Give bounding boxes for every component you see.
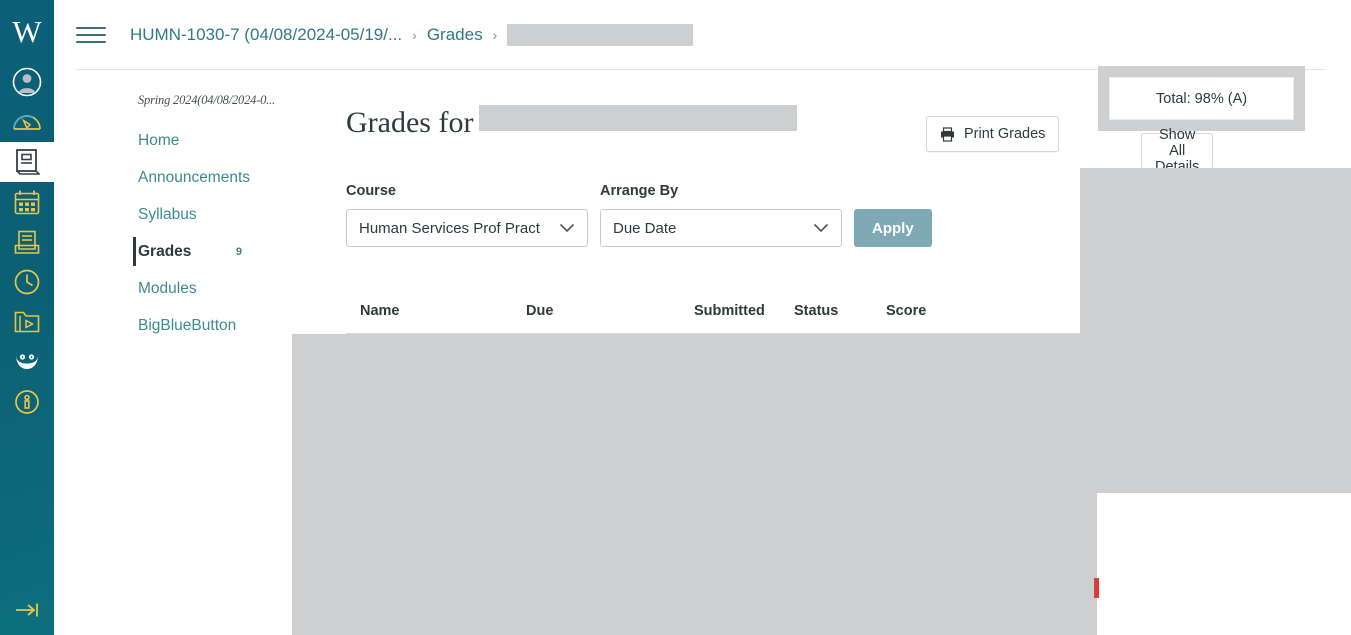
course-nav-item-bigbluebutton[interactable]: BigBlueButton: [76, 307, 274, 344]
expand-arrow-icon: [12, 600, 42, 620]
print-grades-label: Print Grades: [964, 126, 1046, 142]
redacted-region-table-body: [292, 334, 1100, 635]
course-nav-label: Announcements: [138, 168, 251, 186]
chevron-down-icon: [545, 223, 575, 233]
show-all-details-button[interactable]: Show All Details: [1141, 127, 1214, 175]
global-nav-dashboard[interactable]: [0, 102, 54, 142]
hamburger-menu-icon[interactable]: [76, 24, 106, 46]
column-header-status[interactable]: Status: [794, 303, 886, 319]
institution-logo[interactable]: W: [0, 0, 54, 62]
chevron-down-icon: [799, 223, 829, 233]
studio-folder-play-icon: [13, 309, 41, 335]
arrange-by-select[interactable]: Due Date: [600, 209, 842, 247]
arrange-by-select-value: Due Date: [613, 219, 677, 237]
student-name-redacted: [479, 105, 798, 131]
column-header-submitted[interactable]: Submitted: [694, 303, 794, 319]
total-score-label: Total: 98% (A): [1156, 90, 1248, 107]
total-score-box: Total: 98% (A): [1109, 77, 1295, 120]
global-nav-collapse-toggle[interactable]: [0, 593, 54, 627]
global-nav-calendar[interactable]: [0, 182, 54, 222]
hamburger-line: [76, 26, 106, 29]
breadcrumb-bar: HUMN-1030-7 (04/08/2024-05/19/... › Grad…: [76, 0, 1326, 70]
breadcrumb-item-course[interactable]: HUMN-1030-7 (04/08/2024-05/19/...: [130, 25, 402, 45]
term-label: Spring 2024(04/08/2024-0...: [138, 93, 275, 107]
arrange-by-filter-field: Arrange By Due Date: [600, 183, 842, 247]
arrange-by-filter-label: Arrange By: [600, 183, 679, 199]
course-nav-list: Home Announcements Syllabus Grades 9 Mod…: [76, 122, 274, 344]
courses-book-icon: [14, 148, 40, 176]
course-nav-item-grades[interactable]: Grades 9: [76, 233, 274, 270]
global-nav-history[interactable]: [0, 262, 54, 302]
course-nav-badge: 9: [235, 245, 242, 258]
dashboard-gauge-icon: [12, 109, 42, 135]
column-header-score[interactable]: Score: [886, 303, 966, 319]
course-filter-field: Course Human Services Prof Pract: [346, 183, 588, 247]
owl-icon: [13, 351, 41, 373]
course-nav-label: BigBlueButton: [138, 316, 237, 334]
column-header-name[interactable]: Name: [346, 303, 526, 319]
global-nav-courses[interactable]: [0, 142, 54, 182]
course-nav-item-syllabus[interactable]: Syllabus: [76, 196, 274, 233]
breadcrumb-separator: ›: [412, 26, 417, 43]
uncovered-region-lower-right: [1097, 493, 1351, 635]
calendar-icon: [13, 189, 41, 216]
course-filter-label: Course: [346, 183, 396, 199]
page-title-text: Grades for: [346, 106, 474, 139]
filter-controls: Course Human Services Prof Pract Arrange…: [346, 183, 932, 247]
redacted-region-right-upper: [1080, 168, 1351, 493]
inbox-tray-icon: [13, 229, 41, 256]
page-title: Grades for: [346, 105, 798, 141]
print-grades-button[interactable]: Print Grades: [926, 116, 1060, 152]
global-nav-owl-tool[interactable]: [0, 342, 54, 382]
column-header-due[interactable]: Due: [526, 303, 694, 319]
course-nav-label: Syllabus: [138, 205, 197, 223]
printer-icon: [940, 126, 955, 142]
global-nav-account[interactable]: [0, 62, 54, 102]
global-navigation: W: [0, 0, 54, 635]
red-marker: [1094, 578, 1099, 598]
global-nav-studio[interactable]: [0, 302, 54, 342]
course-navigation: Spring 2024(04/08/2024-0... Home Announc…: [76, 71, 275, 344]
breadcrumb: HUMN-1030-7 (04/08/2024-05/19/... › Grad…: [130, 23, 694, 46]
course-select-value: Human Services Prof Pract: [359, 219, 540, 237]
global-nav-inbox[interactable]: [0, 222, 54, 262]
course-nav-label: Home: [138, 131, 180, 149]
hamburger-line: [76, 33, 106, 36]
course-nav-label: Modules: [138, 279, 197, 297]
apply-button[interactable]: Apply: [854, 209, 932, 247]
course-nav-item-home[interactable]: Home: [76, 122, 274, 159]
breadcrumb-separator: ›: [492, 26, 498, 43]
help-info-icon: [14, 389, 40, 415]
course-nav-item-modules[interactable]: Modules: [76, 270, 274, 307]
account-avatar-icon: [12, 67, 42, 97]
hamburger-line: [76, 40, 106, 43]
course-nav-label: Grades: [138, 242, 192, 260]
canvas-grades-page: W HUMN-1030-7 (04/08/2024-05/19/... › Gr…: [0, 0, 1351, 635]
course-nav-item-announcements[interactable]: Announcements: [76, 159, 274, 196]
global-nav-help[interactable]: [0, 382, 54, 422]
course-select[interactable]: Human Services Prof Pract: [346, 209, 588, 247]
history-clock-icon: [13, 268, 41, 296]
breadcrumb-item-grades[interactable]: Grades: [427, 25, 483, 45]
total-redaction-frame: Total: 98% (A): [1098, 66, 1306, 131]
breadcrumb-item-redacted: [507, 23, 694, 46]
